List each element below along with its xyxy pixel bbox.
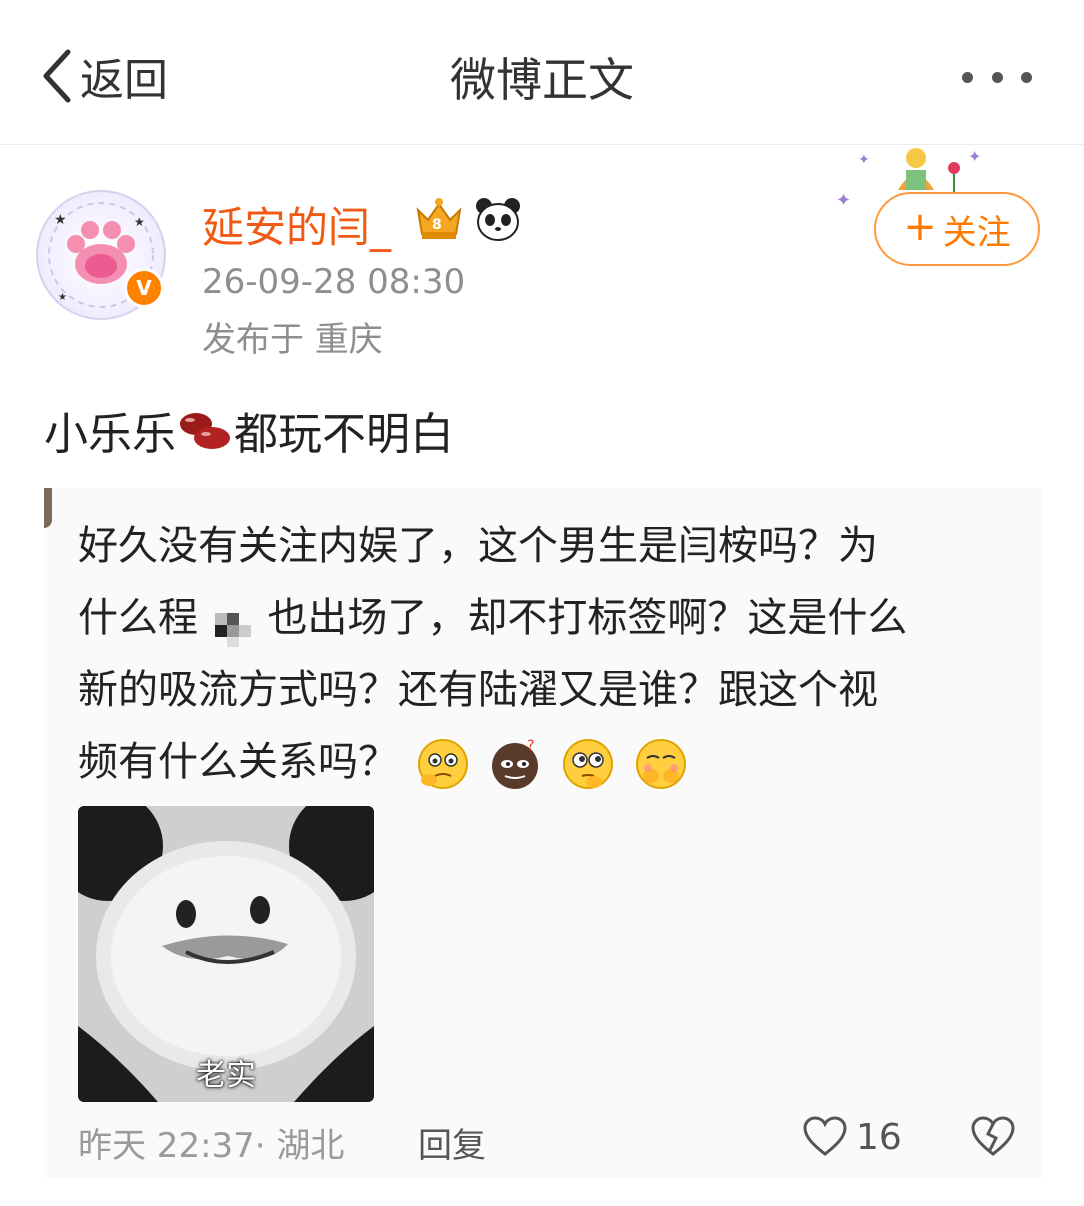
comment-line-3: 新的吸流方式吗？还有陆濯又是谁？跟这个视 [78, 667, 878, 713]
svg-text:★: ★ [134, 215, 145, 229]
like-count: 16 [856, 1116, 902, 1158]
thinking-emoji-icon [417, 739, 468, 789]
crown-badge-icon: 8 [416, 198, 462, 239]
comment-line-2a: 什么程 [78, 595, 198, 641]
red-bean-emoji-icon [180, 413, 230, 449]
more-dot-icon [991, 71, 1003, 83]
post-text-after: 都玩不明白 [234, 409, 454, 460]
embedded-comment-screenshot[interactable]: 好久没有关注内娱了，这个男生是闫桉吗？为 什么程 也出场了，却不打标签啊？这是什… [44, 488, 1042, 1178]
more-dot-icon [962, 71, 973, 83]
meme-caption: 老实 [196, 1058, 256, 1093]
comment-meta: 昨天 22:37· 湖北 [78, 1126, 345, 1166]
mosaic-blur-icon [211, 600, 255, 647]
wondering-emoji-icon [563, 739, 614, 789]
follow-button[interactable]: + 关注 [874, 192, 1040, 266]
user-badges: 8 [412, 196, 522, 242]
svg-text:8: 8 [432, 217, 442, 233]
shy-emoji-icon [635, 739, 686, 789]
post-text: 小乐乐 都玩不明白 [44, 398, 454, 462]
comment-line-4: 频有什么关系吗？ ? [78, 726, 998, 798]
comment-line-2b: 也出场了，却不打标签啊？这是什么 [267, 595, 908, 641]
heart-outline-icon [803, 1116, 847, 1156]
post-text-before: 小乐乐 [44, 409, 176, 460]
like-button[interactable]: 16 [802, 1116, 902, 1158]
doge-emoji-icon: ? [492, 738, 539, 789]
svg-text:✦: ✦ [968, 147, 981, 166]
follow-label: 关注 [942, 212, 1011, 253]
broken-heart-icon [971, 1116, 1015, 1156]
svg-text:✦: ✦ [858, 152, 870, 168]
svg-text:✦: ✦ [836, 190, 851, 210]
more-dot-icon [1021, 71, 1032, 83]
username[interactable]: 延安的闫_ [202, 194, 391, 255]
post-location: 发布于 重庆 [202, 320, 383, 360]
post-time: 26-09-28 08:30 [202, 262, 466, 302]
verified-badge: V [124, 268, 164, 308]
panda-badge-icon [476, 198, 520, 241]
svg-text:★: ★ [54, 212, 67, 228]
shot-edge-decoration [44, 488, 52, 528]
nav-bar: 返回 微博正文 [0, 0, 1084, 145]
page-title: 微博正文 [450, 53, 634, 107]
svg-text:★: ★ [58, 292, 67, 303]
comment-line-1: 好久没有关注内娱了，这个男生是闫桉吗？为 [78, 523, 878, 569]
more-options-button[interactable] [962, 64, 1032, 90]
plus-icon: + [903, 204, 937, 250]
comment-text: 好久没有关注内娱了，这个男生是闫桉吗？为 什么程 也出场了，却不打标签啊？这是什… [78, 510, 998, 798]
comment-line-2: 什么程 也出场了，却不打标签啊？这是什么 [78, 582, 998, 654]
reply-button[interactable]: 回复 [418, 1118, 486, 1167]
comment-line-4-text: 频有什么关系吗？ [78, 739, 398, 785]
svg-text:?: ? [527, 738, 534, 754]
dislike-button[interactable] [970, 1116, 1016, 1162]
panda-meme-image[interactable]: 老实 [78, 806, 374, 1102]
